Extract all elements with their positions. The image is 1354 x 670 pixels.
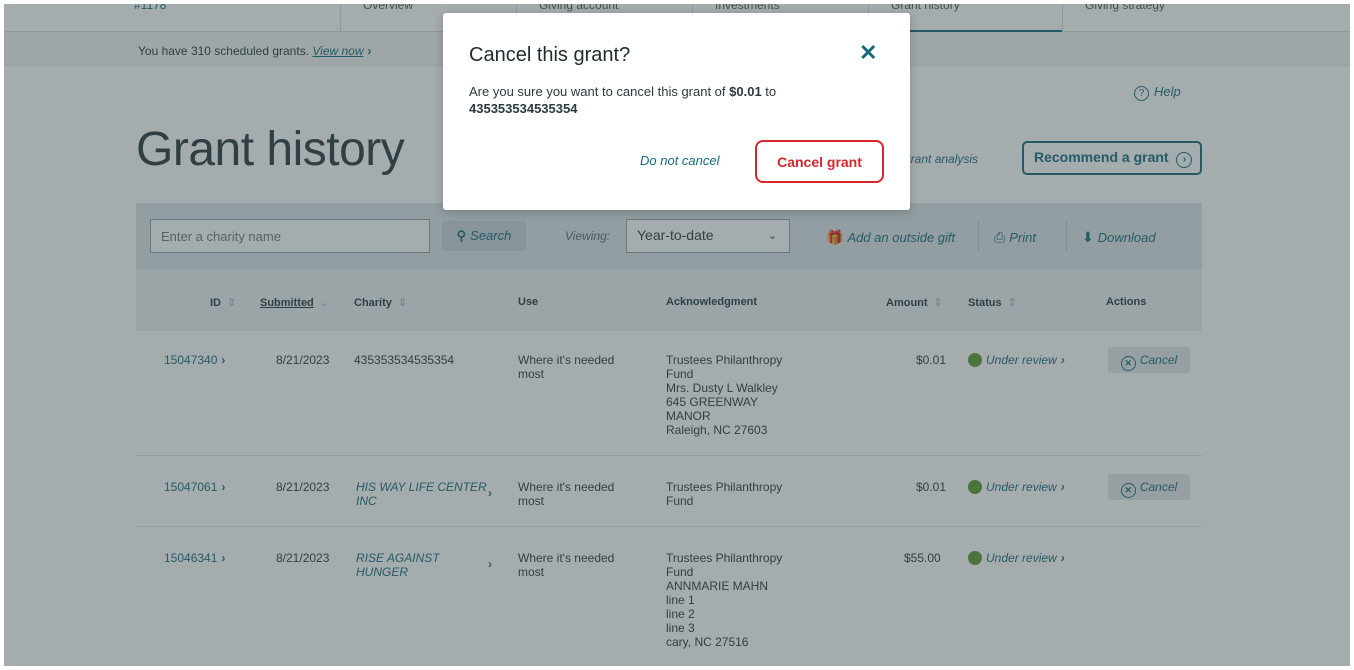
grant-amount: $0.01 [729,84,762,99]
cancel-grant-dialog: Cancel this grant? ✕ Are you sure you wa… [443,13,910,210]
cancel-grant-button[interactable]: Cancel grant [755,140,884,183]
do-not-cancel-link[interactable]: Do not cancel [640,153,720,168]
dialog-title: Cancel this grant? [469,44,631,66]
grant-recipient: 435353534535354 [469,101,578,116]
dialog-message: Are you sure you want to cancel this gra… [469,84,777,116]
close-icon[interactable]: ✕ [859,42,877,64]
